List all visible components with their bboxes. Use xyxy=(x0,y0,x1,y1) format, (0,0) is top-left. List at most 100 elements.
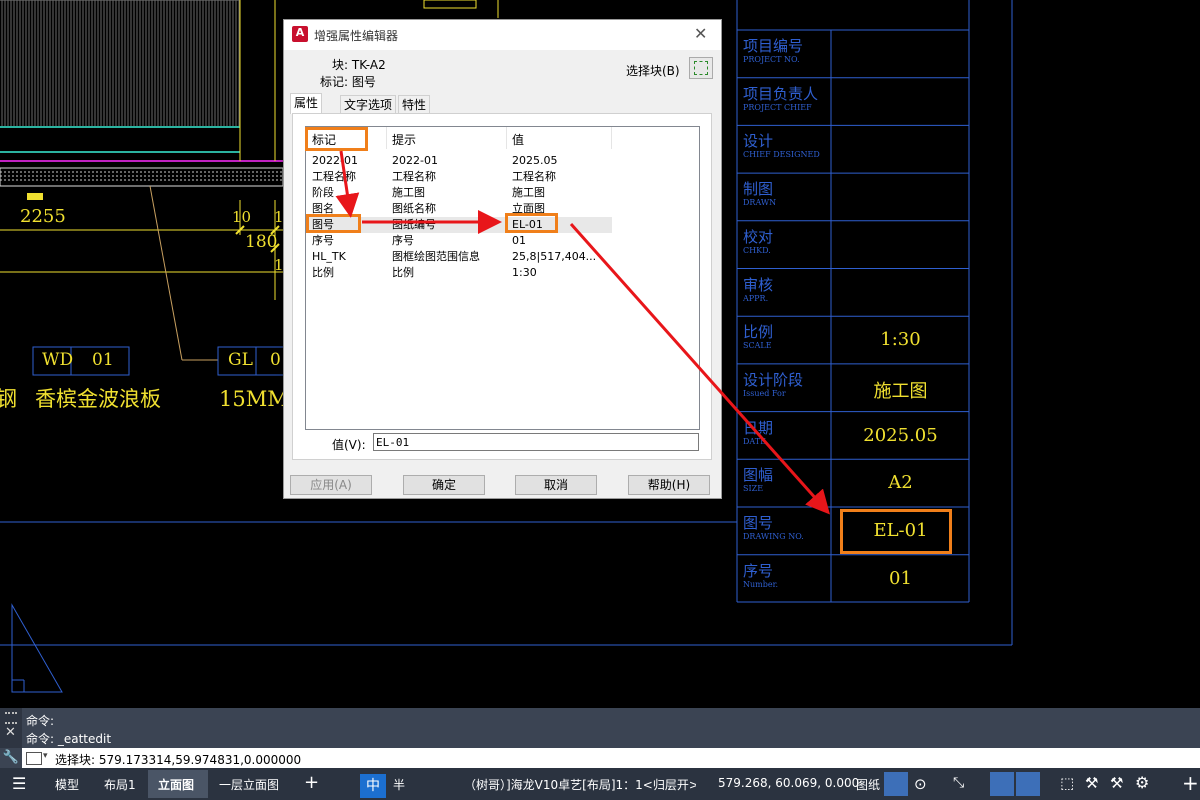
attribute-row[interactable]: 阶段 施工图 施工图 xyxy=(306,185,612,201)
annotation-highlight-tag-header xyxy=(305,127,368,151)
title-block-label-cn: 项目负责人 xyxy=(743,84,819,103)
title-block-label-en: CHIEF DESIGNED xyxy=(743,150,820,160)
attribute-value: 工程名称 xyxy=(512,170,556,183)
title-block-label-cn: 校对 xyxy=(743,227,774,246)
title-block-value[interactable]: 施工图 xyxy=(832,377,969,403)
tag-wd-number: 01 xyxy=(92,350,114,370)
value-input[interactable] xyxy=(373,433,699,451)
close-command-icon[interactable]: ✕ xyxy=(5,725,16,740)
dimension-2255: 2255 xyxy=(20,206,66,227)
title-block-label-en: DATE xyxy=(743,436,766,446)
attribute-tag: 2022-01 xyxy=(312,154,358,167)
column-header-value[interactable]: 值 xyxy=(512,131,524,148)
title-block-label-cn: 审核 xyxy=(743,275,774,294)
title-block-label: 设计 CHIEF DESIGNED xyxy=(743,132,820,160)
title-block-label-en: SIZE xyxy=(743,484,764,494)
attribute-tag: 比例 xyxy=(312,266,334,279)
title-block-label-en: Issued For xyxy=(743,388,786,398)
attribute-tag: HL_TK xyxy=(312,250,346,263)
osnap-icon[interactable]: ⤡ xyxy=(953,775,964,791)
title-block-label-cn: 序号 xyxy=(743,561,774,580)
grid-toggle-icon[interactable] xyxy=(884,772,908,796)
title-block-value[interactable]: 1:30 xyxy=(832,329,969,350)
ortho-toggle-icon[interactable] xyxy=(990,772,1014,796)
title-block-label-en: PROJECT NO. xyxy=(743,55,800,64)
object-snap-toggle-icon[interactable] xyxy=(1016,772,1040,796)
dialog-titlebar[interactable]: A 增强属性编辑器 ✕ xyxy=(284,20,721,50)
attribute-row[interactable]: HL_TK 图框绘图范围信息 25,8|517,404... xyxy=(306,249,612,265)
title-block-label-cn: 设计阶段 xyxy=(743,370,804,389)
drag-handle-icon[interactable] xyxy=(5,712,17,724)
title-block-label: 日期 DATE xyxy=(743,419,773,447)
command-history: ✕ 命令: 命令: _eattedit xyxy=(0,708,1200,748)
attribute-prompt: 图纸编号 xyxy=(392,218,436,231)
layout-tab-layout1[interactable]: 布局1 xyxy=(104,776,136,793)
tag-wd-code: WD xyxy=(42,350,74,370)
attribute-prompt: 图框绘图范围信息 xyxy=(392,250,480,263)
customize-plus-icon[interactable]: + xyxy=(1182,771,1199,795)
attribute-tag: 阶段 xyxy=(312,186,334,199)
attribute-tag: 工程名称 xyxy=(312,170,356,183)
annotation-highlight-value-row xyxy=(505,213,558,233)
attribute-row[interactable]: 工程名称 工程名称 工程名称 xyxy=(306,169,612,185)
attribute-row[interactable]: 2022-01 2022-01 2025.05 xyxy=(306,153,612,169)
title-block-label: 项目编号 PROJECT NO. xyxy=(743,37,803,65)
layout-tab-elevation[interactable]: 立面图 xyxy=(158,776,194,793)
annotation-scale-icon[interactable]: ⚒ xyxy=(1085,774,1098,792)
layout-tab-first-floor[interactable]: 一层立面图 xyxy=(219,776,279,793)
ime-icon[interactable]: 中 xyxy=(360,774,386,798)
layout-tab-model[interactable]: 模型 xyxy=(55,776,79,793)
title-block-label: 制图 DRAWN xyxy=(743,180,776,208)
attribute-prompt: 工程名称 xyxy=(392,170,436,183)
attribute-row[interactable]: 序号 序号 01 xyxy=(306,233,612,249)
enhanced-attribute-editor-dialog: A 增强属性编辑器 ✕ 块: TK-A2 标记: 图号 选择块(B) 属性 文字… xyxy=(283,19,722,499)
title-block-label: 序号 Number. xyxy=(743,562,778,590)
menu-icon[interactable]: ☰ xyxy=(12,774,26,793)
annotation-visibility-icon[interactable]: ⚒ xyxy=(1110,774,1123,792)
annotation-highlight-tag-row xyxy=(306,214,361,233)
tab-attribute[interactable]: 属性 xyxy=(290,93,323,114)
column-header-prompt[interactable]: 提示 xyxy=(392,131,416,148)
paper-space-toggle[interactable]: 图纸 xyxy=(856,776,880,793)
chevron-down-icon[interactable]: ▾ xyxy=(43,751,48,761)
cancel-button[interactable]: 取消 xyxy=(515,475,597,495)
material-label-fragment: 钢 xyxy=(0,387,17,411)
selection-cycle-icon[interactable]: ⬚ xyxy=(1060,774,1074,792)
apply-button[interactable]: 应用(A) xyxy=(290,475,372,495)
title-block-label: 图号 DRAWING NO. xyxy=(743,514,804,542)
title-block-label-en: CHKD. xyxy=(743,245,771,255)
tab-properties[interactable]: 特性 xyxy=(398,95,431,114)
dimension-10: 10 xyxy=(232,208,252,226)
title-block-value[interactable]: A2 xyxy=(832,472,969,493)
title-block-value[interactable]: 01 xyxy=(832,568,969,589)
close-icon[interactable]: ✕ xyxy=(694,24,707,43)
title-block-label-cn: 图幅 xyxy=(743,466,774,485)
title-block-label-cn: 日期 xyxy=(743,418,774,437)
select-block-icon xyxy=(694,61,708,75)
annotation-highlight-drawing-no xyxy=(840,509,952,554)
attribute-prompt: 序号 xyxy=(392,234,414,247)
cursor-coordinates[interactable]: 579.268, 60.069, 0.000 xyxy=(718,776,859,790)
add-layout-icon[interactable]: + xyxy=(304,772,319,793)
title-block-label: 审核 APPR. xyxy=(743,276,773,304)
attribute-list[interactable]: 标记 提示 值 2022-01 2022-01 2025.05 工程名称 工程名称 工程名… xyxy=(305,126,700,430)
select-block-button[interactable] xyxy=(689,57,713,79)
title-block-label-en: Number. xyxy=(743,579,779,589)
help-button[interactable]: 帮助(H) xyxy=(628,475,710,495)
ime-half-width[interactable]: 半 xyxy=(393,776,405,793)
tab-text-options[interactable]: 文字选项 xyxy=(340,95,397,114)
title-block-value[interactable]: 2025.05 xyxy=(832,425,969,446)
gear-icon[interactable]: ⚙ xyxy=(1135,773,1149,792)
wrench-icon[interactable]: 🔧 xyxy=(0,748,22,768)
command-input-bar[interactable]: 🔧 ▾ 选择块: 579.173314,59.974831,0.000000 xyxy=(0,748,1200,768)
ok-button[interactable]: 确定 xyxy=(403,475,485,495)
tag-gl-code: GL xyxy=(228,350,253,370)
material-label-glass: 15MM超 xyxy=(219,387,283,411)
title-block-label: 比例 SCALE xyxy=(743,323,773,351)
title-block-label-en: DRAWING NO. xyxy=(743,532,804,541)
attribute-row[interactable]: 比例 比例 1:30 xyxy=(306,265,612,281)
command-prompt-icon[interactable] xyxy=(26,752,42,765)
title-block-label: 设计阶段 Issued For xyxy=(743,371,803,399)
polar-tracking-icon[interactable]: ⊙ xyxy=(914,775,927,793)
value-label: 值(V): xyxy=(332,438,366,452)
